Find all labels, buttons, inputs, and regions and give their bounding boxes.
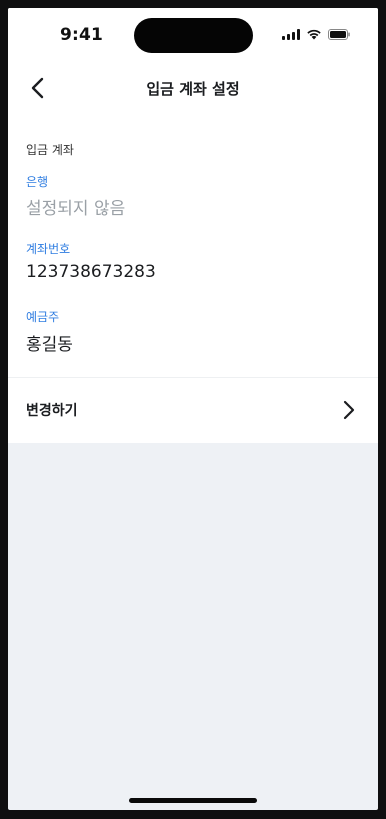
wifi-icon [307, 29, 321, 40]
change-account-row[interactable]: 변경하기 [8, 378, 378, 443]
section-label: 입금 계좌 [26, 143, 74, 157]
chevron-right-icon [343, 400, 355, 420]
cellular-signal-icon [282, 28, 300, 40]
settings-panel: 9:41 입금 계좌 설정 입금 계좌 은행 설정되지 않음 계좌번호 1237… [8, 8, 378, 443]
phone-screen: 9:41 입금 계좌 설정 입금 계좌 은행 설정되지 않음 계좌번호 1237… [8, 8, 378, 810]
account-number-value: 123738673283 [26, 262, 156, 282]
account-number-label: 계좌번호 [26, 242, 71, 256]
holder-label: 예금주 [26, 310, 60, 324]
change-account-label: 변경하기 [26, 403, 78, 419]
bank-value: 설정되지 않음 [26, 199, 126, 219]
bank-label: 은행 [26, 175, 49, 189]
battery-icon [328, 28, 350, 40]
status-time: 9:41 [60, 25, 104, 45]
home-indicator[interactable] [129, 798, 257, 803]
dynamic-island [134, 18, 253, 53]
status-icons [282, 28, 350, 40]
holder-value: 홍길동 [26, 335, 73, 355]
page-title: 입금 계좌 설정 [146, 80, 240, 98]
